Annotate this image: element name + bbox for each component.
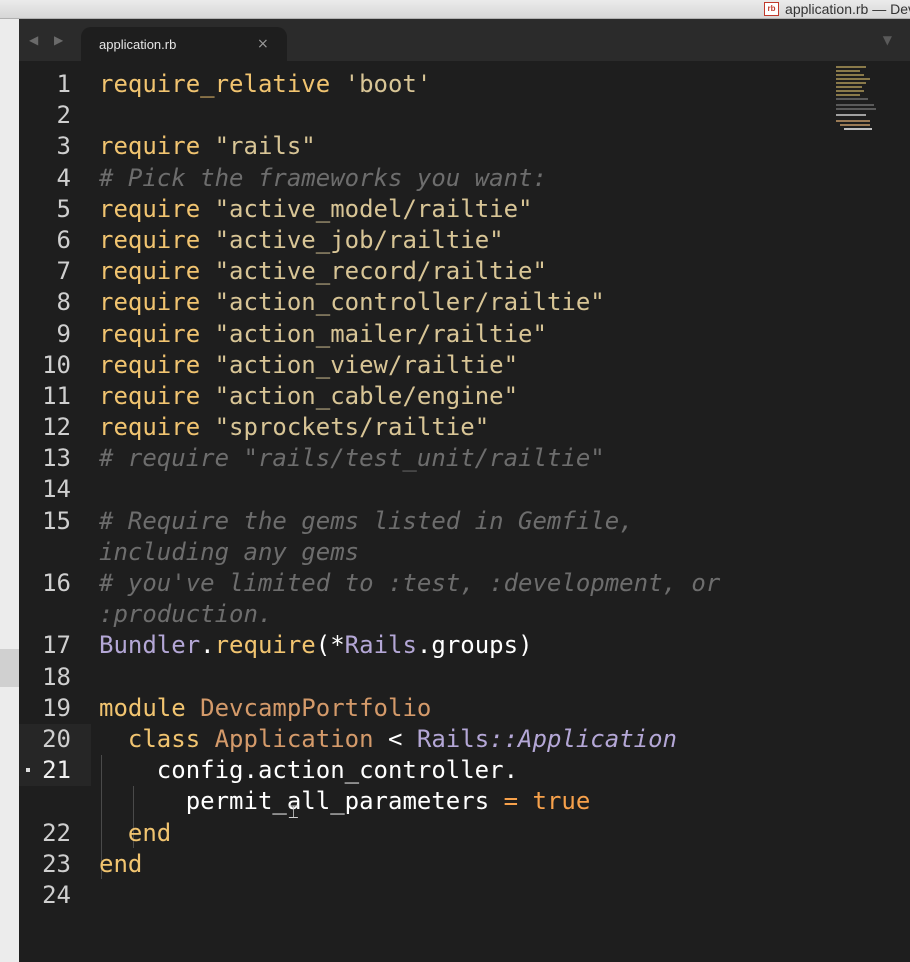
chevron-down-icon[interactable]: ▼	[883, 33, 892, 47]
code-line-wrap[interactable]: :production.	[19, 599, 819, 630]
code-line[interactable]: 15 # Require the gems listed in Gemfile,	[19, 506, 819, 537]
code-line[interactable]: 13 # require "rails/test_unit/railtie"	[19, 443, 819, 474]
window-title: application.rb — Devc	[785, 1, 910, 17]
text-cursor-icon: ⌶	[288, 802, 299, 823]
code-line-active[interactable]: 21 config.action_controller.	[19, 755, 819, 786]
desktop-background	[0, 19, 19, 962]
code-line[interactable]: 8 require "action_controller/railtie"	[19, 287, 819, 318]
code-line[interactable]: 9 require "action_mailer/railtie"	[19, 319, 819, 350]
code-line[interactable]: 7 require "active_record/railtie"	[19, 256, 819, 287]
code-line[interactable]: 2	[19, 100, 819, 131]
tab-application-rb[interactable]: application.rb ×	[81, 27, 287, 61]
close-icon[interactable]: ×	[257, 36, 269, 52]
code-line[interactable]: 18	[19, 662, 819, 693]
editor-window: ◀ ▶ application.rb × ▼ 1 require_relative…	[19, 19, 910, 962]
code-line[interactable]: 11 require "action_cable/engine"	[19, 381, 819, 412]
tab-label: application.rb	[99, 37, 177, 52]
code-editor[interactable]: 1 require_relative 'boot' 2 3 require "rai…	[19, 69, 819, 911]
code-line[interactable]: 1 require_relative 'boot'	[19, 69, 819, 100]
code-line[interactable]: 17 Bundler.require(*Rails.groups)	[19, 630, 819, 661]
tab-nav-arrows-icon[interactable]: ◀ ▶	[29, 33, 69, 47]
code-line[interactable]: 19 module DevcampPortfolio	[19, 693, 819, 724]
code-line[interactable]: 20 class Application < Rails::Applicatio…	[19, 724, 819, 755]
code-line[interactable]: 6 require "active_job/railtie"	[19, 225, 819, 256]
code-line[interactable]: 23 end	[19, 849, 819, 880]
tab-bar: ◀ ▶ application.rb × ▼	[19, 19, 910, 61]
code-line[interactable]: 3 require "rails"	[19, 131, 819, 162]
code-line[interactable]: 5 require "active_model/railtie"	[19, 194, 819, 225]
ruby-file-icon: rb	[764, 2, 780, 16]
desktop-segment	[0, 649, 19, 687]
code-line[interactable]: 16 # you've limited to :test, :developmen…	[19, 568, 819, 599]
code-line[interactable]: 12 require "sprockets/railtie"	[19, 412, 819, 443]
app-title-bar: rb application.rb — Devc	[0, 0, 910, 19]
code-line[interactable]: 22 end	[19, 818, 819, 849]
code-line[interactable]: 4 # Pick the frameworks you want:	[19, 163, 819, 194]
code-line-wrap[interactable]: including any gems	[19, 537, 819, 568]
code-line[interactable]: 10 require "action_view/railtie"	[19, 350, 819, 381]
code-line[interactable]: 14	[19, 474, 819, 505]
code-line[interactable]: 24	[19, 880, 819, 911]
code-line-wrap[interactable]: permit_all_parameters = true	[19, 786, 819, 817]
minimap[interactable]	[834, 64, 880, 134]
